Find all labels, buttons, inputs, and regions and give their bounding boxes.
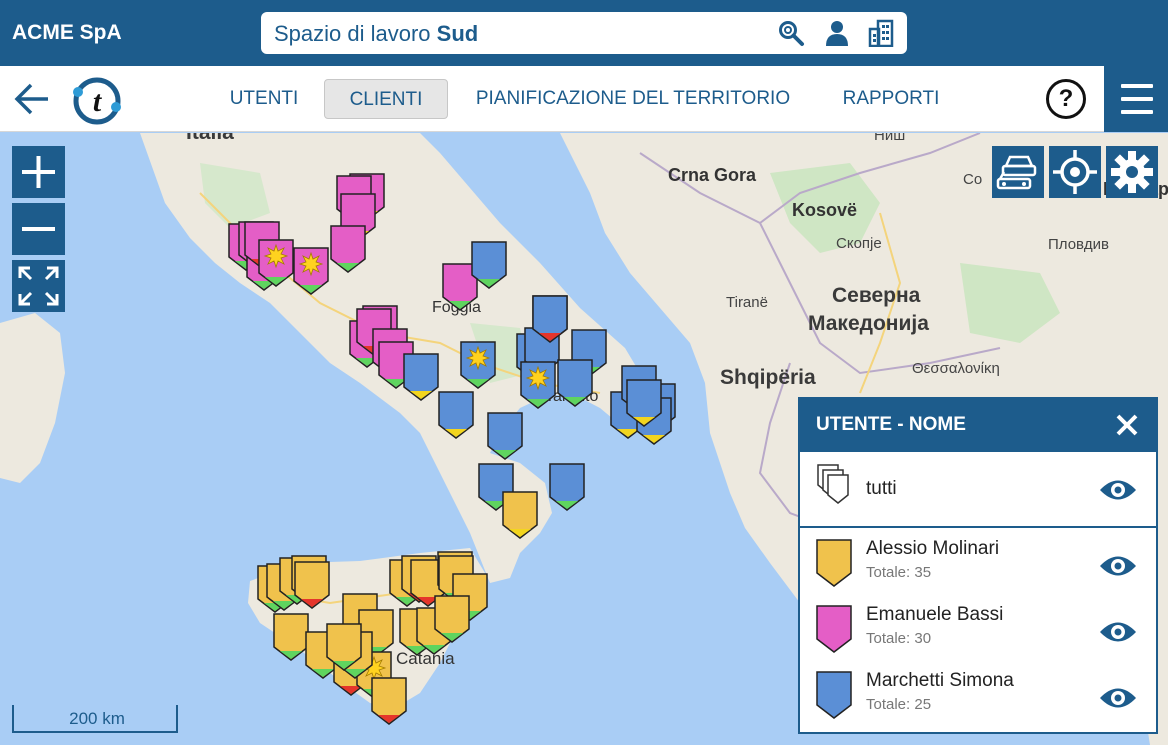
workspace-prefix: Spazio di lavoro [274,21,431,46]
gear-icon [1111,151,1153,193]
company-name: ACME SpA [12,21,122,44]
tab-rapporti[interactable]: RAPPORTI [830,79,952,119]
client-map-pin[interactable] [294,561,330,609]
client-map-pin[interactable] [403,353,439,401]
legend-user-total: Totale: 30 [866,630,932,647]
minus-icon [22,227,55,231]
client-map-pin[interactable] [258,239,294,287]
fullscreen-button[interactable] [12,260,65,312]
user-marker-icon [816,605,852,653]
eye-icon[interactable] [1098,553,1138,579]
zoom-out-button[interactable] [12,203,65,255]
all-markers-icon [817,464,849,504]
plus-icon [22,156,55,188]
client-map-pin[interactable] [293,247,329,295]
scale-label: 200 km [69,709,125,728]
eye-icon[interactable] [1098,685,1138,711]
legend-user-total: Totale: 35 [866,564,932,581]
client-map-pin[interactable] [273,613,309,661]
eye-icon[interactable] [1098,477,1138,503]
client-map-pin[interactable] [471,241,507,289]
client-map-pin[interactable] [434,595,470,643]
back-arrow-icon[interactable] [12,81,52,117]
client-map-pin[interactable] [549,463,585,511]
legend-user-row[interactable]: Marchetti Simona Totale: 25 [800,665,1156,731]
tab-pianificazione[interactable]: PIANIFICAZIONE DEL TERRITORIO [465,79,801,119]
locate-button[interactable] [1049,146,1101,198]
client-map-pin[interactable] [460,341,496,389]
close-icon[interactable] [1112,410,1142,440]
menu-line-icon [1121,84,1153,88]
map-label-makedonija: Македонија [808,312,929,335]
search-location-icon[interactable] [777,19,805,47]
building-icon[interactable] [867,19,895,47]
client-map-pin[interactable] [532,295,568,343]
legend-user-name: Emanuele Bassi [866,604,1004,625]
client-map-pin[interactable] [371,677,407,725]
client-map-pin[interactable] [520,361,556,409]
user-legend-panel: UTENTE - NOME tutti Alessio Molinari Tota… [798,397,1158,734]
traffic-button[interactable] [992,146,1044,198]
tab-utenti[interactable]: UTENTI [218,79,310,119]
map-label-plovdiv: Пловдив [1048,236,1109,253]
map-label-severna: Северна [832,284,921,307]
legend-user-total: Totale: 25 [866,696,932,713]
client-map-pin[interactable] [326,623,362,671]
map-label-kosove: Kosovë [792,200,858,220]
workspace-name: Sud [436,21,479,46]
nav-bar: t UTENTI CLIENTI PIANIFICAZIONE DEL TERR… [0,66,1168,132]
legend-user-name: Alessio Molinari [866,538,1000,559]
client-map-pin[interactable] [626,379,662,427]
client-map-pin[interactable] [330,225,366,273]
map-label-tirane: Tiranë [726,294,768,311]
map-label-shqiperia: Shqipëria [720,366,816,389]
legend-all-label: tutti [866,478,897,499]
map-settings-button[interactable] [1106,146,1158,198]
eye-icon[interactable] [1098,619,1138,645]
map-label-sofia: Со [963,171,983,188]
client-map-pin[interactable] [487,412,523,460]
workspace-selector[interactable]: Spazio di lavoro Sud [261,12,907,54]
tab-clienti[interactable]: CLIENTI [324,79,448,119]
map-label-nis: Ниш [874,133,906,144]
app-logo-icon[interactable]: t [72,76,122,126]
client-map-pin[interactable] [438,391,474,439]
workspace-label: Spazio di lavoro Sud [274,21,478,47]
map-label-crna-gora: Crna Gora [668,165,757,185]
menu-line-icon [1121,110,1153,114]
user-icon[interactable] [823,19,851,47]
map-label-skopje: Скопје [836,235,882,252]
cars-icon [996,155,1037,190]
legend-user-row[interactable]: Emanuele Bassi Totale: 30 [800,599,1156,665]
help-button[interactable]: ? [1046,79,1086,119]
user-marker-icon [816,671,852,719]
zoom-in-button[interactable] [12,146,65,198]
client-map-pin[interactable] [557,359,593,407]
fullscreen-icon [18,266,59,306]
map-label-thessaloniki: Θεσσαλονίκη [912,360,1000,377]
user-marker-icon [816,539,852,587]
map-label-italia: Italia [186,133,234,145]
legend-user-name: Marchetti Simona [866,670,1014,691]
legend-row-all[interactable]: tutti [800,457,1156,523]
menu-line-icon [1121,97,1153,101]
legend-user-row[interactable]: Alessio Molinari Totale: 35 [800,533,1156,599]
hamburger-menu-button[interactable] [1104,66,1168,132]
map-scale-bar: 200 km [12,705,178,733]
legend-divider [800,526,1156,528]
top-bar: ACME SpA Spazio di lavoro Sud [0,0,1168,66]
crosshair-icon [1053,150,1097,194]
legend-title: UTENTE - NOME [816,414,966,435]
legend-header: UTENTE - NOME [800,399,1156,452]
client-map-pin[interactable] [502,491,538,539]
